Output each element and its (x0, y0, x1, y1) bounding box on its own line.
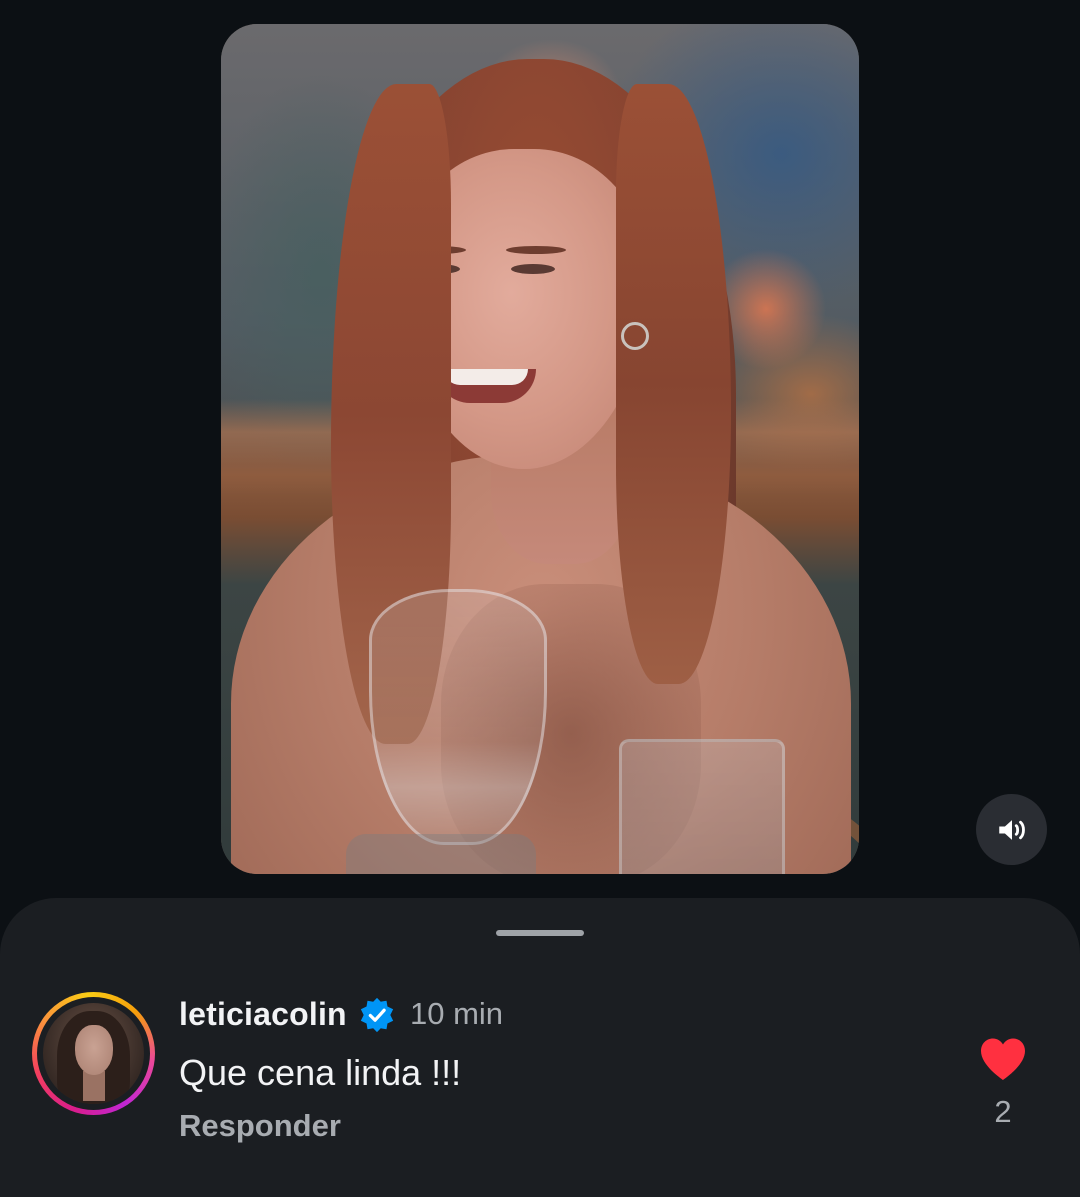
comment-text: Que cena linda !!! (179, 1052, 462, 1093)
reply-button[interactable]: Responder (179, 1106, 341, 1146)
heart-filled-icon[interactable] (978, 1036, 1028, 1082)
speaker-volume-icon (998, 819, 1025, 840)
comment-timestamp: 10 min (410, 996, 504, 1031)
verified-badge-icon (360, 997, 394, 1033)
video-frame (221, 24, 859, 874)
comments-sheet (0, 898, 1080, 1197)
comment-username[interactable]: leticiacolin (179, 994, 347, 1034)
volume-button[interactable] (976, 794, 1047, 865)
sheet-drag-handle[interactable] (496, 930, 584, 936)
video-player[interactable] (221, 24, 859, 874)
screen: leticiacolin 10 min Que cena linda !!! R… (0, 0, 1080, 1197)
like-count: 2 (994, 1094, 1012, 1129)
story-ring[interactable] (32, 992, 155, 1115)
avatar[interactable] (43, 1003, 144, 1104)
